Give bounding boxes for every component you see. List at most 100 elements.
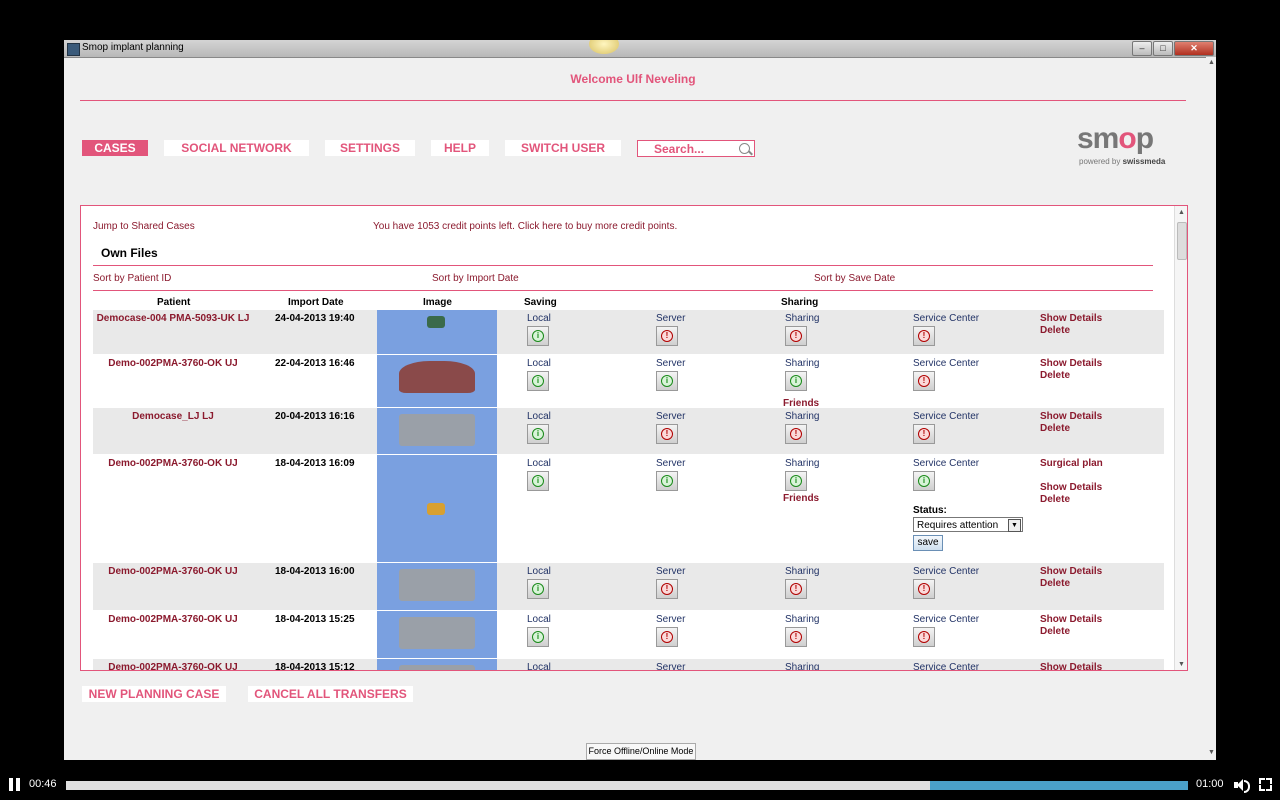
service-status-button[interactable]: !	[913, 371, 935, 391]
scroll-thumb[interactable]	[1177, 222, 1187, 260]
check-status-icon: i	[532, 428, 544, 440]
case-thumbnail[interactable]	[377, 310, 497, 354]
service-status-button[interactable]: !	[913, 326, 935, 346]
maximize-button[interactable]: □	[1153, 41, 1173, 56]
case-thumbnail[interactable]	[377, 455, 497, 562]
delete-link[interactable]: Delete	[1040, 578, 1070, 589]
nav-social-network[interactable]: SOCIAL NETWORK	[164, 140, 309, 156]
patient-name[interactable]: Demo-002PMA-3760-OK UJ	[93, 566, 253, 577]
scroll-down-icon[interactable]: ▼	[1178, 661, 1185, 668]
local-status-button[interactable]: i	[527, 424, 549, 444]
col-saving: Saving	[524, 297, 557, 308]
patient-name[interactable]: Democase-004 PMA-5093-UK LJ	[93, 313, 253, 324]
error-status-icon: !	[918, 631, 930, 643]
progress-track[interactable]	[66, 781, 1188, 790]
patient-name[interactable]: Demo-002PMA-3760-OK UJ	[93, 358, 253, 369]
sharing-status-button[interactable]: i	[785, 471, 807, 491]
case-thumbnail[interactable]	[377, 611, 497, 658]
server-status-button[interactable]: !	[656, 326, 678, 346]
nav-help[interactable]: HELP	[431, 140, 489, 156]
server-status-button[interactable]: !	[656, 424, 678, 444]
surgical-plan-link[interactable]: Surgical plan	[1040, 458, 1103, 469]
window-scrollbar[interactable]: ▲ ▼	[1206, 57, 1216, 760]
server-status-button[interactable]: i	[656, 471, 678, 491]
sort-save-date[interactable]: Sort by Save Date	[814, 273, 895, 284]
delete-link[interactable]: Delete	[1040, 370, 1070, 381]
service-status-button[interactable]: !	[913, 424, 935, 444]
jump-shared-cases-link[interactable]: Jump to Shared Cases	[93, 221, 195, 232]
nav-cases[interactable]: CASES	[82, 140, 148, 156]
delete-link[interactable]: Delete	[1040, 423, 1070, 434]
sort-import-date[interactable]: Sort by Import Date	[432, 273, 519, 284]
service-label: Service Center	[913, 566, 980, 577]
delete-link[interactable]: Delete	[1040, 626, 1070, 637]
own-files-heading: Own Files	[101, 246, 158, 260]
window-title: Smop implant planning	[82, 42, 184, 53]
new-planning-case-button[interactable]: NEW PLANNING CASE	[82, 686, 226, 702]
credit-points-link[interactable]: You have 1053 credit points left. Click …	[373, 221, 677, 232]
delete-link[interactable]: Delete	[1040, 494, 1070, 505]
cancel-all-transfers-button[interactable]: CANCEL ALL TRANSFERS	[248, 686, 413, 702]
sharing-status-button[interactable]: !	[785, 424, 807, 444]
service-status-button[interactable]: !	[913, 579, 935, 599]
sort-patient-id[interactable]: Sort by Patient ID	[93, 273, 171, 284]
server-status-button[interactable]: !	[656, 627, 678, 647]
nav-switch-user[interactable]: SWITCH USER	[505, 140, 621, 156]
sharing-status-button[interactable]: i	[785, 371, 807, 391]
window-scroll-down-icon[interactable]: ▼	[1208, 749, 1215, 756]
local-status-button[interactable]: i	[527, 579, 549, 599]
volume-icon[interactable]	[1234, 778, 1250, 793]
patient-name[interactable]: Democase_LJ LJ	[93, 411, 253, 422]
status-select[interactable]: Requires attention ▼	[913, 517, 1023, 532]
fullscreen-icon[interactable]	[1259, 778, 1272, 791]
show-details-link[interactable]: Show Details	[1040, 614, 1102, 625]
service-status-button[interactable]: !	[913, 627, 935, 647]
sharing-status-button[interactable]: !	[785, 326, 807, 346]
case-thumbnail[interactable]	[377, 563, 497, 610]
import-date: 18-04-2013 16:09	[275, 458, 355, 469]
chevron-down-icon[interactable]: ▼	[1008, 519, 1021, 532]
local-status-button[interactable]: i	[527, 326, 549, 346]
patient-name[interactable]: Demo-002PMA-3760-OK UJ	[93, 458, 253, 469]
show-details-link[interactable]: Show Details	[1040, 482, 1102, 493]
service-status-button[interactable]: i	[913, 471, 935, 491]
window-scroll-up-icon[interactable]: ▲	[1208, 59, 1215, 66]
pause-icon[interactable]	[9, 778, 21, 791]
check-status-icon: i	[661, 475, 673, 487]
server-status-button[interactable]: i	[656, 371, 678, 391]
search-icon[interactable]	[739, 143, 750, 154]
show-details-link[interactable]: Show Details	[1040, 566, 1102, 577]
local-status-button[interactable]: i	[527, 627, 549, 647]
patient-name[interactable]: Demo-002PMA-3760-OK UJ	[93, 662, 253, 670]
show-details-link[interactable]: Show Details	[1040, 358, 1102, 369]
show-details-link[interactable]: Show Details	[1040, 313, 1102, 324]
local-label: Local	[527, 614, 551, 625]
force-mode-button[interactable]: Force Offline/Online Mode	[586, 743, 696, 760]
server-status-button[interactable]: !	[656, 579, 678, 599]
show-details-link[interactable]: Show Details	[1040, 411, 1102, 422]
sharing-status-button[interactable]: !	[785, 627, 807, 647]
sharing-status-button[interactable]: !	[785, 579, 807, 599]
error-status-icon: !	[918, 375, 930, 387]
search-input[interactable]: Search...	[637, 140, 755, 157]
save-status-button[interactable]: save	[913, 535, 943, 551]
welcome-text: Welcome Ulf Neveling	[570, 72, 696, 86]
patient-name[interactable]: Demo-002PMA-3760-OK UJ	[93, 614, 253, 625]
scroll-up-icon[interactable]: ▲	[1178, 209, 1185, 216]
local-status-button[interactable]: i	[527, 471, 549, 491]
error-status-icon: !	[918, 330, 930, 342]
close-button[interactable]: ✕	[1174, 41, 1214, 56]
delete-link[interactable]: Delete	[1040, 325, 1070, 336]
case-model-image	[427, 503, 445, 515]
case-thumbnail[interactable]	[377, 355, 497, 407]
minimize-button[interactable]: –	[1132, 41, 1152, 56]
local-status-button[interactable]: i	[527, 371, 549, 391]
nav-settings[interactable]: SETTINGS	[325, 140, 415, 156]
case-thumbnail[interactable]	[377, 408, 497, 454]
error-status-icon: !	[661, 631, 673, 643]
panel-scrollbar[interactable]: ▲ ▼	[1174, 206, 1187, 670]
case-model-image	[399, 361, 475, 393]
import-date: 18-04-2013 15:12	[275, 662, 355, 671]
case-thumbnail[interactable]	[377, 659, 497, 670]
show-details-link[interactable]: Show Details	[1040, 662, 1102, 670]
